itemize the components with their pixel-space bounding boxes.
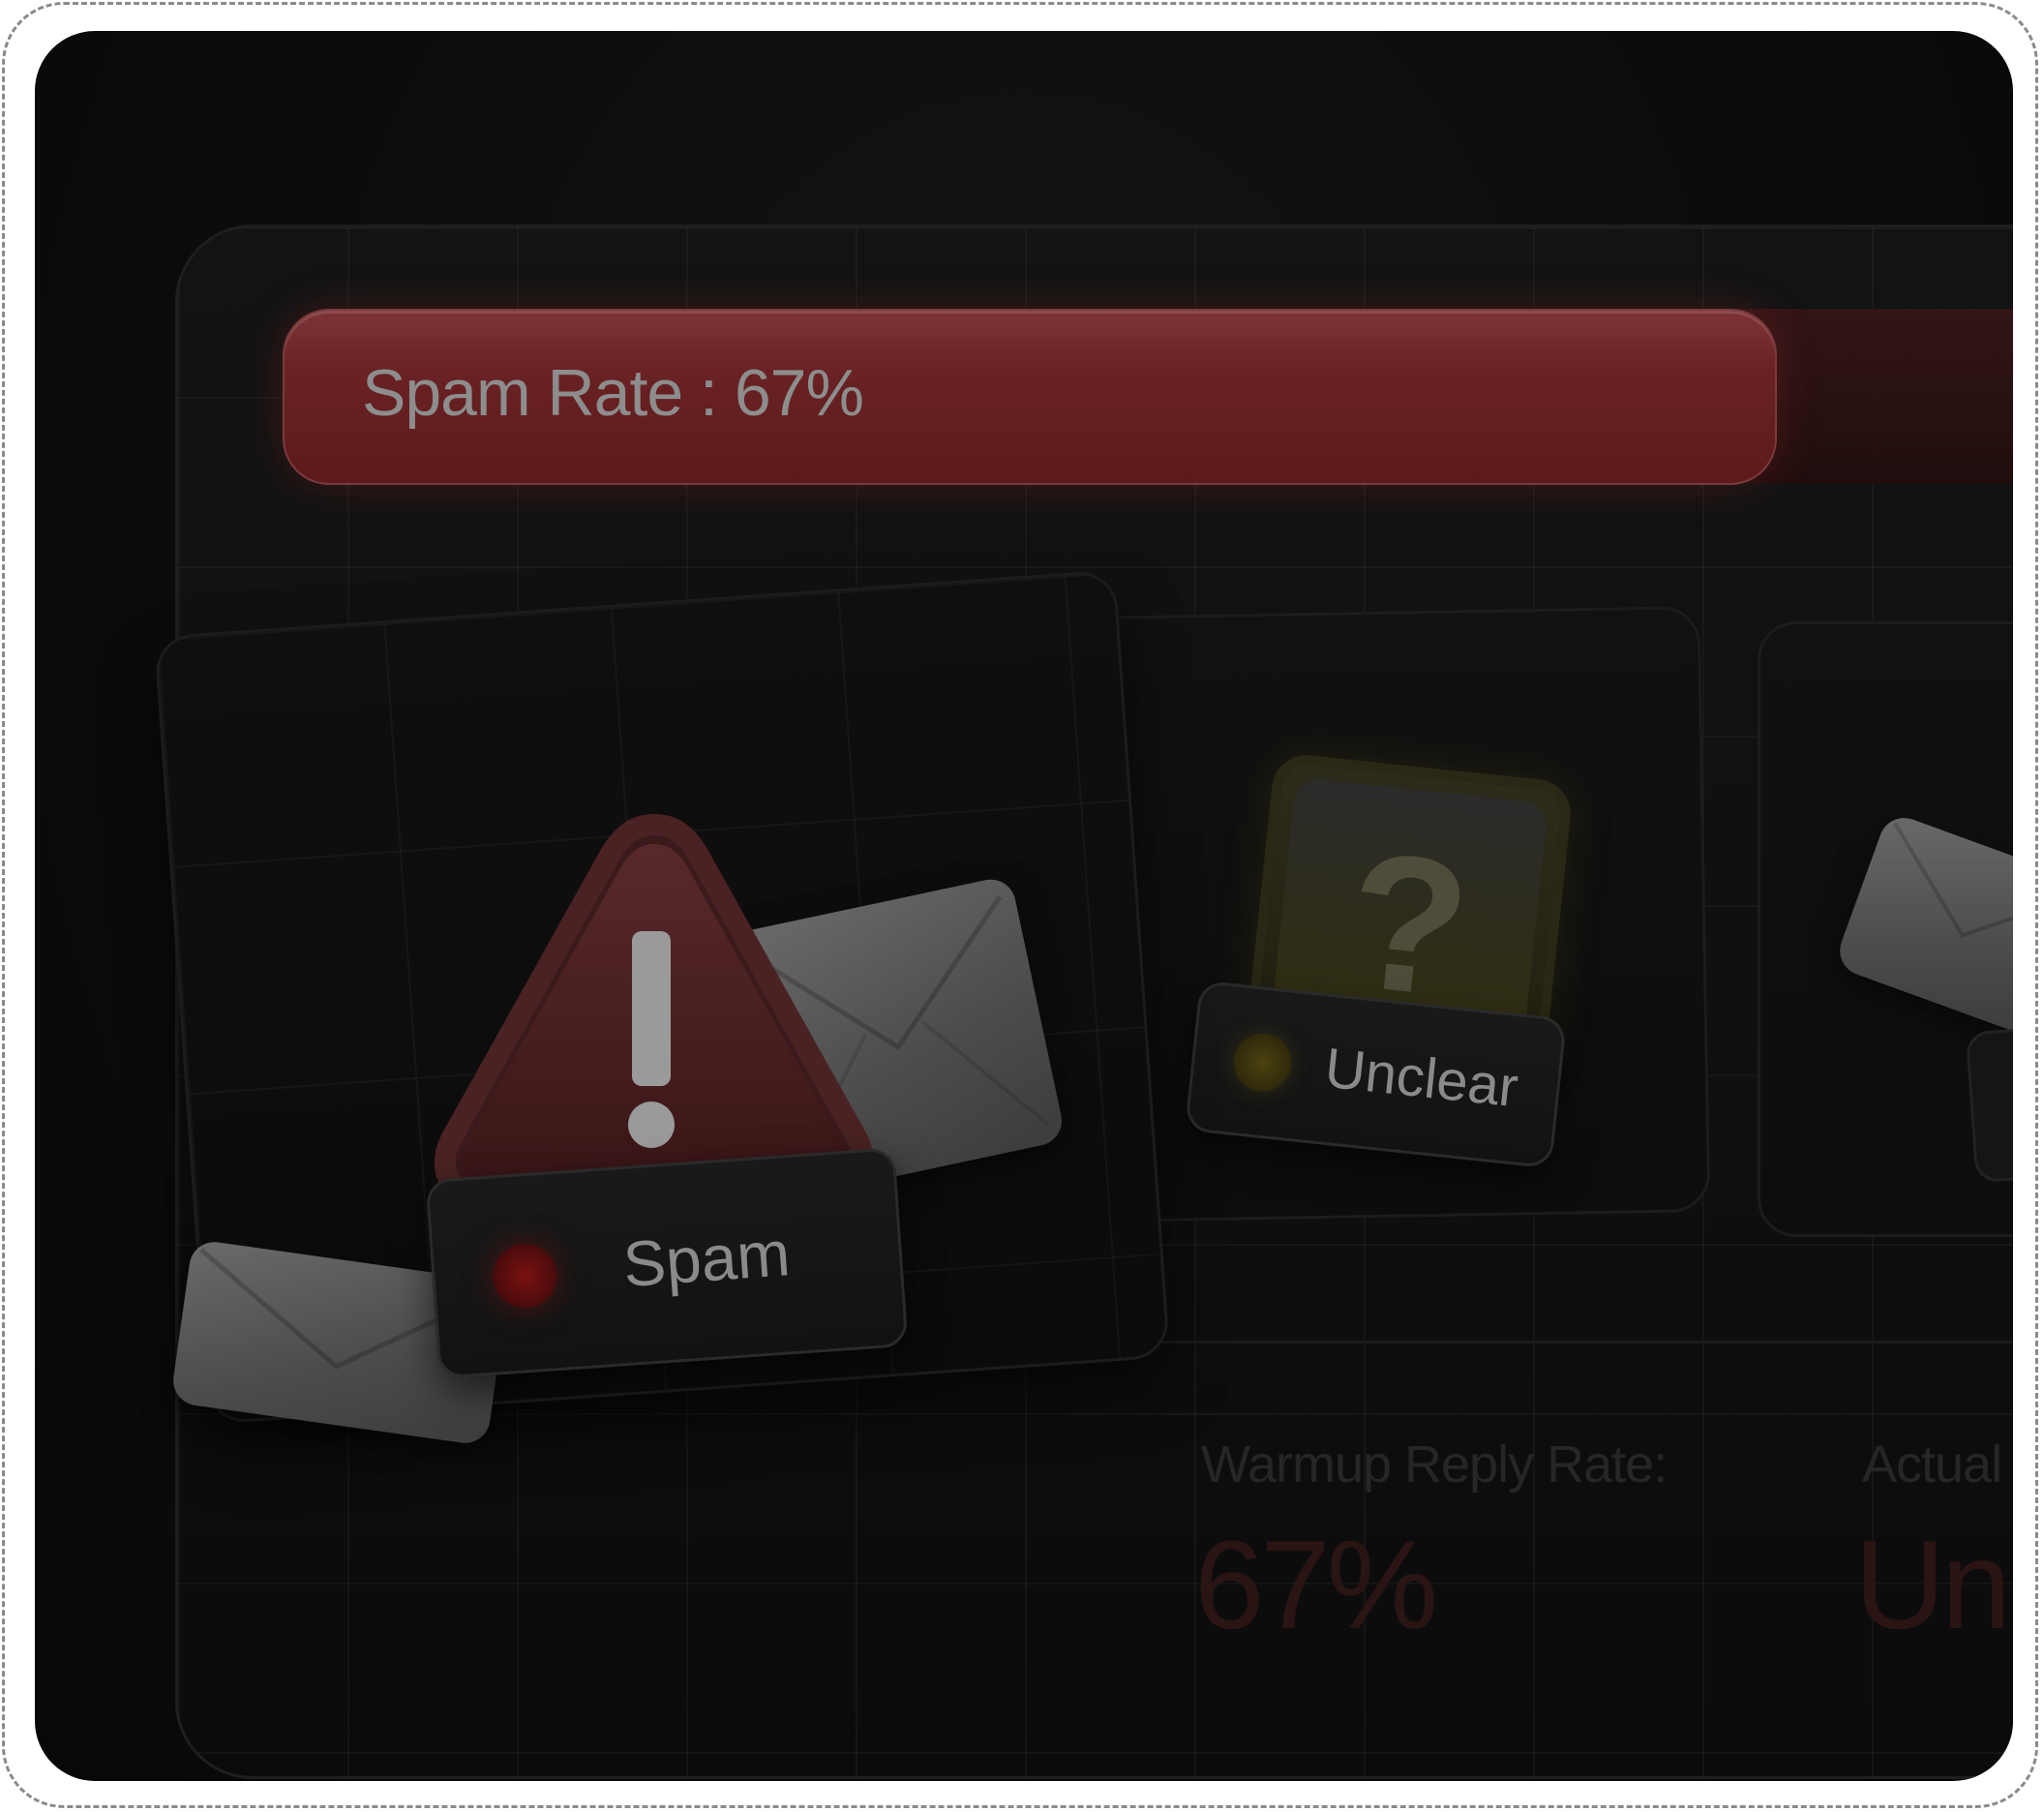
- spam-tag-label: Spam: [620, 1217, 793, 1301]
- spam-tag: Spam: [425, 1147, 909, 1379]
- spam-rate-bar: Spam Rate : 67%: [283, 309, 1777, 485]
- warmup-reply-rate-label: Warmup Reply Rate:: [1201, 1435, 1668, 1494]
- spam-rate-label: Spam Rate : 67%: [362, 356, 864, 430]
- unclear-tag-label: Unclear: [1322, 1036, 1521, 1120]
- warmup-reply-rate-value: 67%: [1194, 1514, 1438, 1655]
- status-dot-red: [491, 1242, 559, 1311]
- actual-inbox-label: Actual In: [1862, 1435, 2013, 1494]
- illustration-canvas: Spam Rate : 67% ? Unclear Spam Warmup Re…: [35, 31, 2013, 1781]
- actual-inbox-value: Unk: [1854, 1514, 2013, 1655]
- status-dot-yellow: [1230, 1030, 1295, 1095]
